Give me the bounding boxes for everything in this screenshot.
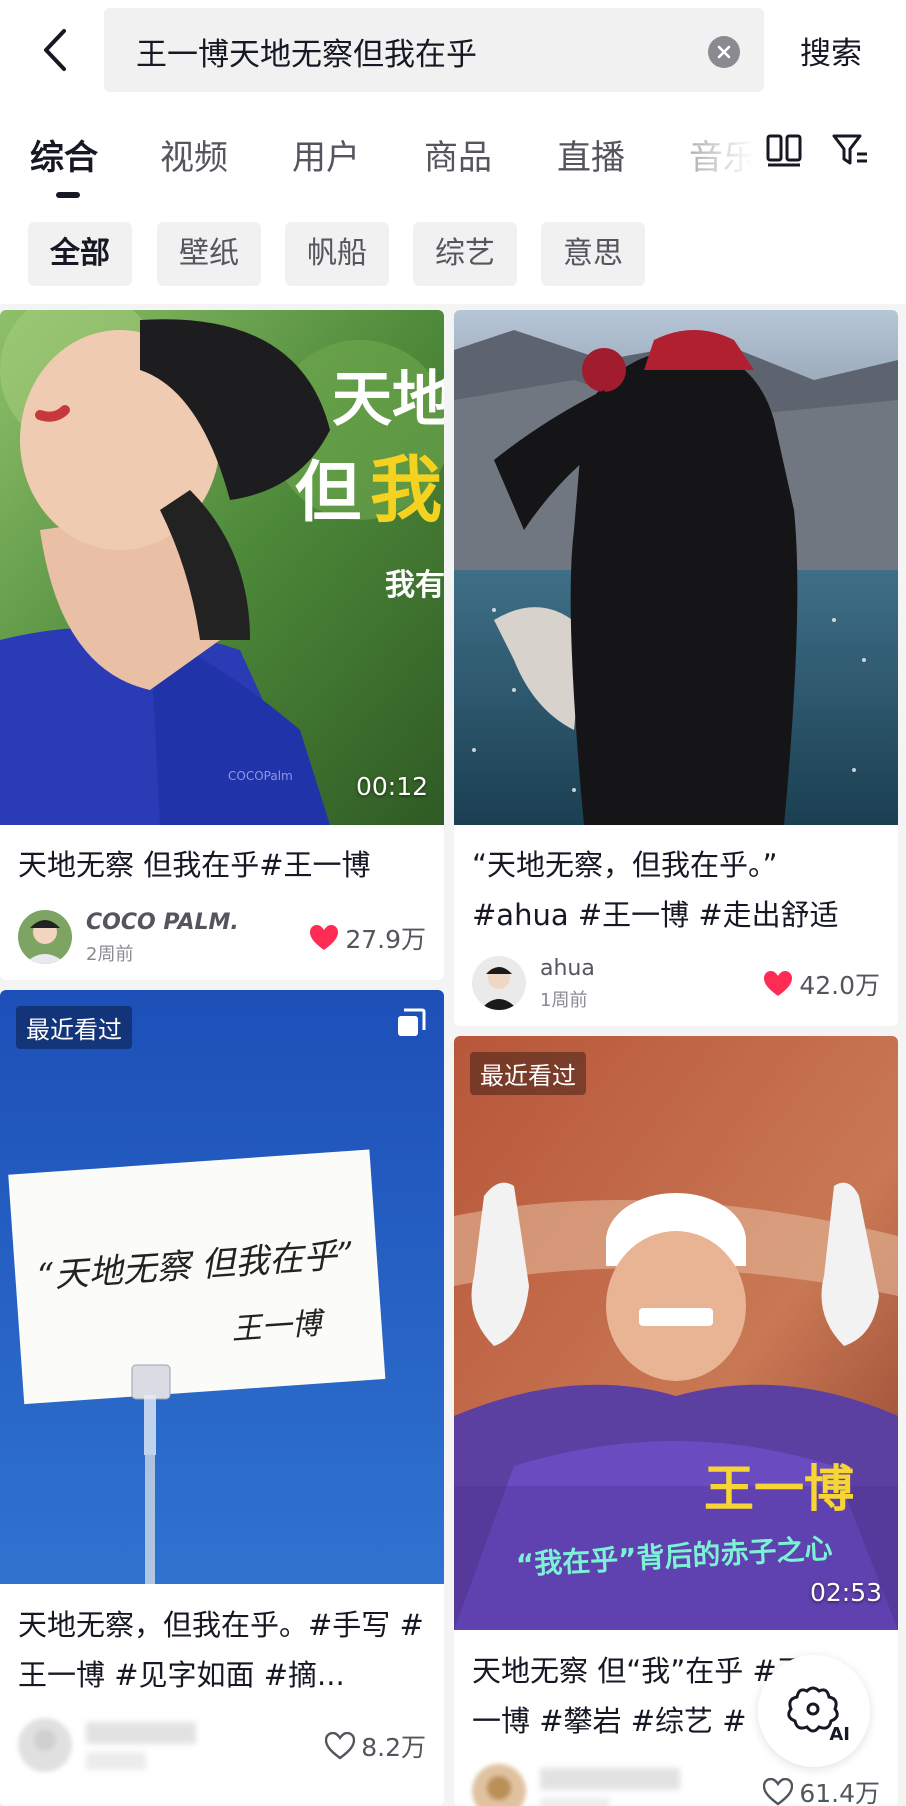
filter-chips: 全部 壁纸 帆船 综艺 意思	[0, 200, 906, 304]
photo-thumbnail[interactable]: “天地无察 但我在乎” 王一博 最近看过	[0, 990, 444, 1584]
like-count[interactable]: 27.9万	[309, 920, 426, 956]
thumbnail-watermark: COCOPalm	[228, 769, 293, 783]
thumbnail-overlay-name: 王一博	[704, 1460, 854, 1518]
tab-live[interactable]: 直播	[557, 130, 625, 179]
author-name[interactable]: COCO PALM.	[86, 910, 239, 935]
like-count-value: 27.9万	[345, 925, 426, 954]
like-count-value: 42.0万	[799, 971, 880, 1000]
post-time-redacted	[86, 1752, 146, 1770]
search-input[interactable]: 王一博天地无察但我在乎	[104, 8, 764, 92]
post-time-redacted	[540, 1798, 610, 1806]
card-title[interactable]: “天地无察，但我在乎。” #ahua #王一博 #走出舒适圈...	[472, 840, 882, 940]
video-thumbnail[interactable]: 天地 但 我 我有 COCOPalm 00:12	[0, 310, 444, 825]
card-title[interactable]: 天地无察，但我在乎。#手写 #王一博 #见字如面 #摘...	[18, 1600, 428, 1700]
card-title[interactable]: 天地无察 但我在乎#王一博	[18, 840, 428, 890]
chip-wallpaper[interactable]: 壁纸	[157, 222, 261, 286]
author-row[interactable]: 61.4万	[472, 1762, 880, 1806]
search-button[interactable]: 搜索	[800, 28, 862, 73]
result-tabs: 综合 视频 用户 商品 直播 音乐	[0, 100, 906, 200]
grid-view-icon[interactable]	[764, 130, 804, 170]
tab-video[interactable]: 视频	[160, 130, 228, 179]
tab-users[interactable]: 用户	[292, 130, 360, 179]
search-header: 王一博天地无察但我在乎 搜索	[0, 0, 906, 100]
ai-label: AI	[829, 1724, 850, 1745]
post-time: 2周前	[86, 944, 134, 965]
photo-card[interactable]: “天地无察 但我在乎” 王一博 最近看过 天地无察，但我在乎。#手写 #王一博 …	[0, 990, 444, 1806]
thumbnail-overlay-line2a: 但	[295, 454, 361, 531]
avatar[interactable]	[18, 910, 72, 964]
chip-meaning[interactable]: 意思	[541, 222, 645, 286]
tab-products[interactable]: 商品	[424, 130, 492, 179]
like-count-value: 8.2万	[361, 1733, 426, 1762]
thumbnail-overlay-line1: 天地	[332, 365, 444, 435]
heart-icon[interactable]	[763, 970, 793, 998]
video-duration: 00:12	[355, 772, 428, 801]
thumbnail-overlay-line3: 我有	[385, 568, 444, 603]
heart-icon[interactable]	[763, 1778, 794, 1806]
like-count[interactable]: 8.2万	[325, 1728, 426, 1764]
author-row[interactable]: COCO PALM. 2周前 27.9万	[18, 908, 426, 968]
video-thumbnail[interactable]	[454, 310, 898, 825]
avatar[interactable]	[472, 1764, 526, 1806]
video-thumbnail[interactable]: 王一博 “我在乎”背后的赤子之心 最近看过 02:53	[454, 1036, 898, 1630]
recently-viewed-badge: 最近看过	[16, 1006, 132, 1049]
handwriting-line2: 王一博	[230, 1306, 327, 1348]
author-name[interactable]: ahua	[540, 956, 595, 981]
clear-icon[interactable]	[708, 36, 740, 68]
like-count[interactable]: 42.0万	[763, 966, 880, 1002]
avatar[interactable]	[18, 1718, 72, 1772]
video-card[interactable]: “天地无察，但我在乎。” #ahua #王一博 #走出舒适圈... ahua 1…	[454, 310, 898, 1026]
active-tab-indicator	[56, 192, 80, 198]
chip-sailing[interactable]: 帆船	[285, 222, 389, 286]
recently-viewed-badge: 最近看过	[470, 1052, 586, 1095]
heart-icon[interactable]	[325, 1732, 356, 1760]
thumbnail-overlay-line2b: 我	[370, 448, 442, 532]
author-row[interactable]: 8.2万	[18, 1716, 426, 1776]
ai-assistant-button[interactable]: AI	[758, 1655, 870, 1767]
multi-image-icon	[396, 1008, 426, 1042]
video-duration: 02:53	[809, 1578, 882, 1607]
author-name-redacted	[540, 1768, 680, 1790]
filter-icon[interactable]	[830, 130, 870, 170]
video-card[interactable]: 天地 但 我 我有 COCOPalm 00:12 天地无察 但我在乎#王一博 C…	[0, 310, 444, 980]
chip-variety[interactable]: 综艺	[413, 222, 517, 286]
tabs-fade	[690, 100, 770, 200]
tab-all[interactable]: 综合	[30, 130, 98, 179]
search-query[interactable]: 王一博天地无察但我在乎	[136, 29, 477, 74]
chip-all[interactable]: 全部	[28, 222, 132, 286]
like-count-value: 61.4万	[799, 1779, 880, 1806]
post-time: 1周前	[540, 990, 588, 1011]
author-name-redacted	[86, 1722, 196, 1744]
avatar[interactable]	[472, 956, 526, 1010]
like-count[interactable]: 61.4万	[763, 1774, 880, 1806]
author-row[interactable]: ahua 1周前 42.0万	[472, 954, 880, 1014]
back-arrow-icon[interactable]	[30, 22, 80, 78]
heart-icon[interactable]	[309, 924, 339, 952]
